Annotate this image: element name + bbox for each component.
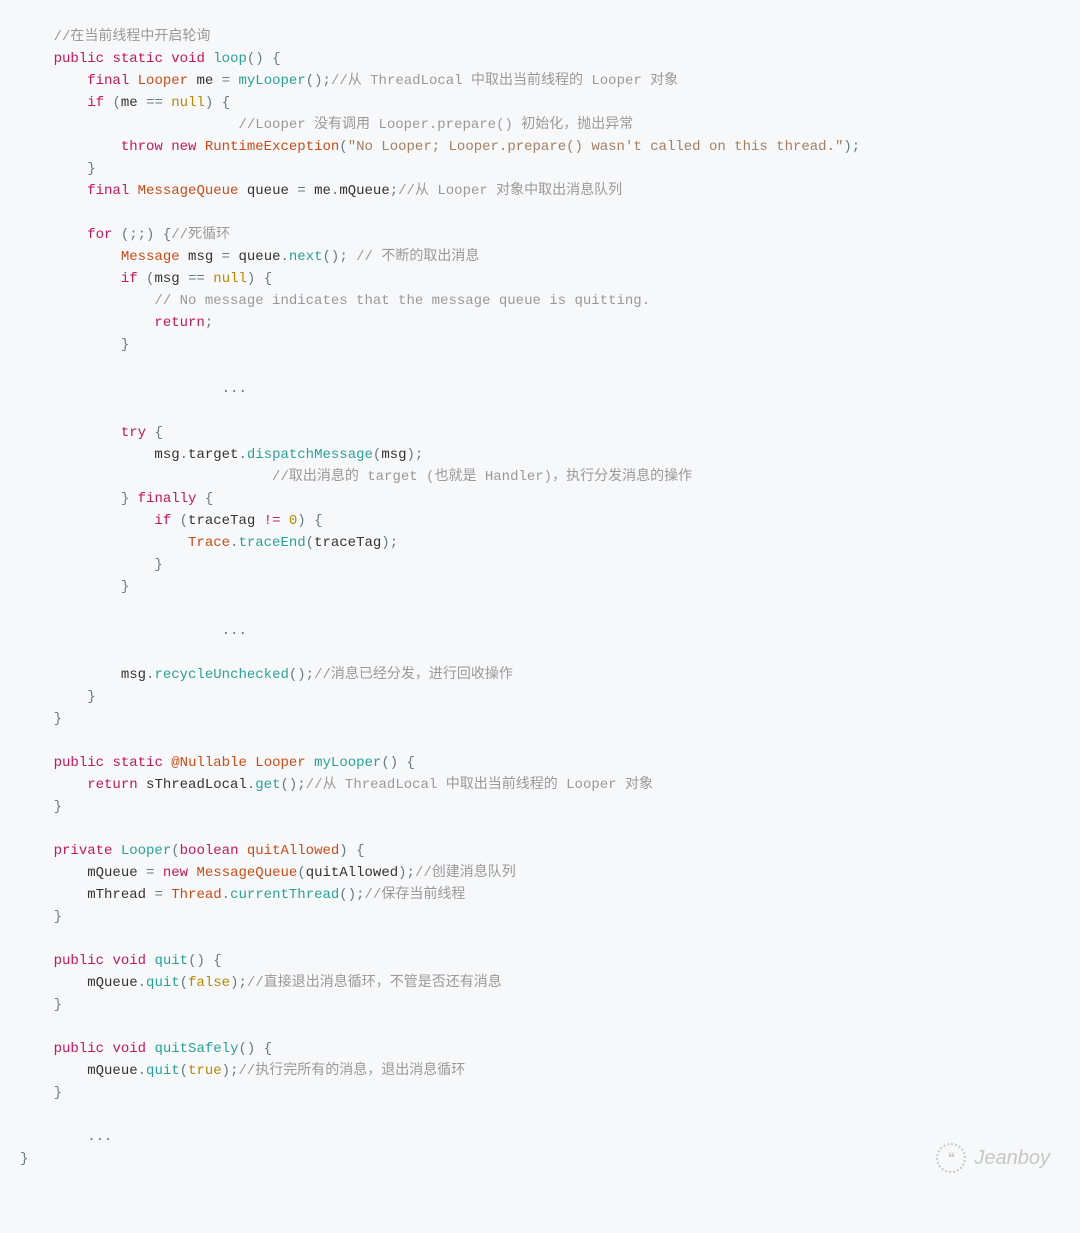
comment: //死循环	[171, 227, 230, 243]
keyword-public: public	[54, 51, 104, 67]
annotation-nullable: @Nullable	[171, 755, 247, 771]
code-block: //在当前线程中开启轮询 public static void loop() {…	[0, 0, 1080, 1233]
comment: //从 Looper 对象中取出消息队列	[398, 183, 622, 199]
keyword-final: final	[87, 73, 129, 89]
fn-loop: loop	[213, 51, 247, 67]
comment: //从 ThreadLocal 中取出当前线程的 Looper 对象	[306, 777, 653, 793]
comment: //在当前线程中开启轮询	[54, 29, 211, 45]
comment: // 不断的取出消息	[356, 249, 479, 265]
type-looper: Looper	[138, 73, 188, 89]
comment: //直接退出消息循环，不管是否还有消息	[247, 975, 502, 991]
keyword-void: void	[171, 51, 205, 67]
keyword-static: static	[112, 51, 162, 67]
watermark-text: Jeanboy	[974, 1147, 1050, 1169]
ellipsis: ...	[222, 623, 247, 639]
string-literal: "No Looper; Looper.prepare() wasn't call…	[348, 139, 844, 155]
wechat-icon: ❝	[936, 1143, 966, 1173]
comment: //创建消息队列	[415, 865, 516, 881]
comment: //取出消息的 target (也就是 Handler)，执行分发消息的操作	[272, 469, 692, 485]
ellipsis: ...	[222, 381, 247, 397]
ellipsis: ...	[87, 1129, 112, 1145]
watermark: ❝ Jeanboy	[936, 1143, 1050, 1173]
comment: // No message indicates that the message…	[154, 293, 650, 309]
comment: //从 ThreadLocal 中取出当前线程的 Looper 对象	[331, 73, 678, 89]
comment: //Looper 没有调用 Looper.prepare() 初始化，抛出异常	[238, 117, 633, 133]
comment: //保存当前线程	[365, 887, 466, 903]
comment: //执行完所有的消息，退出消息循环	[238, 1063, 465, 1079]
comment: //消息已经分发，进行回收操作	[314, 667, 513, 683]
